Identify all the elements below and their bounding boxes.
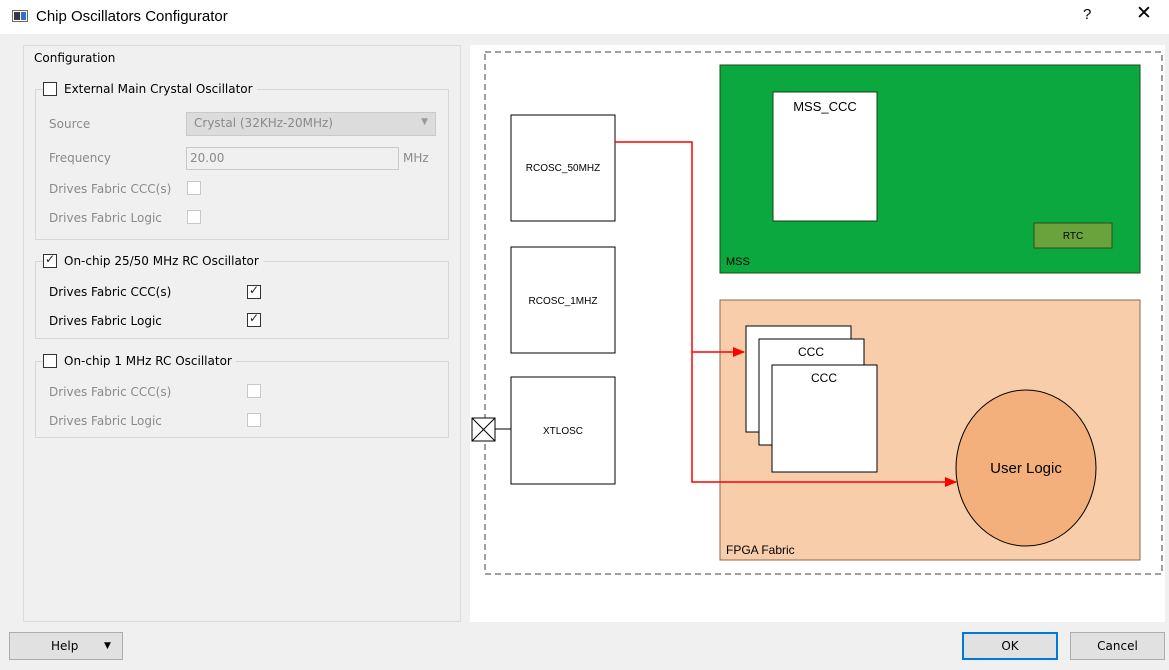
rc50-drives-ccc-checkbox[interactable]: ✓ (247, 283, 261, 299)
external-oscillator-label: External Main Crystal Oscillator (64, 82, 253, 96)
ext-drives-logic-checkbox[interactable] (187, 210, 201, 224)
rc1-drives-ccc-label: Drives Fabric CCC(s) (49, 385, 172, 399)
rc50-oscillator-header: ✓ On-chip 25/50 MHz RC Oscillator (43, 252, 263, 270)
rc1-oscillator-checkbox[interactable] (43, 354, 57, 368)
ext-drives-ccc-checkbox[interactable] (187, 181, 201, 195)
ccc-label-front: CCC (811, 371, 837, 385)
rc50-oscillator-label: On-chip 25/50 MHz RC Oscillator (64, 254, 259, 268)
help-button[interactable]: Help ▼ (9, 632, 123, 660)
external-oscillator-checkbox[interactable] (43, 82, 57, 96)
chevron-down-icon: ▼ (421, 117, 428, 127)
help-question-icon[interactable]: ? (1083, 6, 1091, 23)
mss-ccc-label: MSS_CCC (793, 99, 857, 114)
rc50-drives-logic-label: Drives Fabric Logic (49, 314, 162, 328)
ext-drives-ccc-label: Drives Fabric CCC(s) (49, 182, 172, 196)
app-icon (12, 10, 28, 22)
rc50-oscillator-checkbox[interactable]: ✓ (43, 252, 57, 268)
source-label: Source (49, 117, 91, 131)
rcosc1-label: RCOSC_1MHZ (529, 296, 598, 307)
title-bar: Chip Oscillators Configurator ? ✕ (0, 0, 1169, 34)
fpga-fabric-label: FPGA Fabric (726, 543, 795, 557)
rc50-drives-ccc-label: Drives Fabric CCC(s) (49, 285, 172, 299)
source-select[interactable]: Crystal (32KHz-20MHz) ▼ (186, 112, 436, 136)
configuration-title: Configuration (34, 51, 116, 65)
chevron-down-icon: ▼ (104, 641, 111, 651)
rc1-oscillator-header: On-chip 1 MHz RC Oscillator (43, 352, 236, 370)
rtc-label: RTC (1063, 231, 1083, 242)
rc1-drives-logic-checkbox[interactable] (247, 413, 261, 427)
rcosc50-label: RCOSC_50MHZ (526, 163, 600, 174)
frequency-label: Frequency (49, 151, 111, 165)
oscillator-diagram: MSS_CCC RTC MSS FPGA Fabric CCC CCC User… (471, 51, 1163, 575)
ccc-label-middle: CCC (798, 345, 824, 359)
cancel-button[interactable]: Cancel (1070, 632, 1165, 660)
rc50-drives-logic-checkbox[interactable]: ✓ (247, 311, 261, 327)
ext-drives-logic-label: Drives Fabric Logic (49, 211, 162, 225)
mss-label: MSS (726, 256, 750, 268)
help-button-label: Help (51, 639, 79, 653)
oscillator-diagram-panel: MSS_CCC RTC MSS FPGA Fabric CCC CCC User… (470, 45, 1165, 622)
xtlosc-label: XTLOSC (543, 426, 583, 437)
rc1-oscillator-label: On-chip 1 MHz RC Oscillator (64, 354, 232, 368)
frequency-unit: MHz (403, 151, 429, 165)
rc1-drives-logic-label: Drives Fabric Logic (49, 414, 162, 428)
rc1-drives-ccc-checkbox[interactable] (247, 384, 261, 398)
source-value: Crystal (32KHz-20MHz) (194, 116, 333, 130)
user-logic-label: User Logic (990, 460, 1062, 477)
crystal-pin-icon (471, 417, 511, 442)
external-oscillator-header: External Main Crystal Oscillator (43, 80, 257, 98)
close-icon[interactable]: ✕ (1136, 4, 1152, 23)
frequency-input[interactable]: 20.00 (186, 147, 399, 170)
ok-button[interactable]: OK (962, 632, 1058, 660)
window-title: Chip Oscillators Configurator (36, 8, 228, 25)
